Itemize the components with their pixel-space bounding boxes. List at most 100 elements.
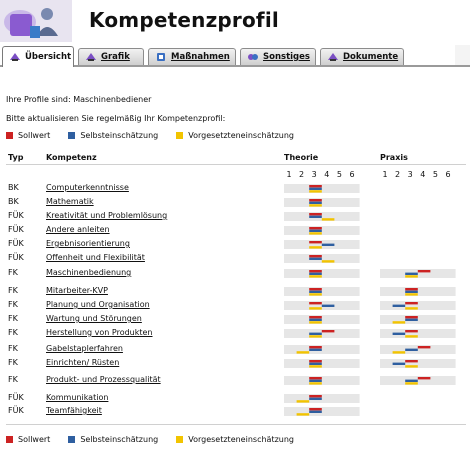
app-logo-icon bbox=[0, 0, 72, 42]
legend-label: Sollwert bbox=[18, 131, 51, 140]
praxis-selbst-bar bbox=[405, 348, 418, 351]
page-title: Kompetenzprofil bbox=[89, 8, 279, 32]
table-row: FK Maschinenbedienung bbox=[0, 268, 470, 281]
legend-label: Selbsteinschätzung bbox=[80, 435, 159, 444]
theorie-selbst-bar bbox=[309, 229, 322, 232]
rating-bars bbox=[284, 254, 360, 263]
theorie-vorgesetzte-bar bbox=[309, 382, 322, 385]
table-row: FK Mitarbeiter-KVP bbox=[0, 286, 470, 299]
praxis-selbst-bar bbox=[405, 379, 418, 382]
praxis-vorgesetzte-bar bbox=[392, 351, 406, 354]
theorie-sollwert-bar bbox=[309, 395, 322, 398]
legend-label: Vorgesetzteneinschätzung bbox=[188, 131, 294, 140]
theorie-scale-2: 2 bbox=[299, 170, 305, 179]
theorie-vorgesetzte-bar bbox=[296, 413, 310, 416]
praxis-scale-6: 6 bbox=[445, 170, 451, 179]
header: Kompetenzprofil bbox=[0, 0, 470, 45]
praxis-vorgesetzte-bar bbox=[405, 293, 418, 296]
rating-bars bbox=[284, 315, 456, 324]
theorie-selbst-bar bbox=[309, 332, 322, 335]
theorie-sollwert-bar bbox=[309, 199, 322, 202]
praxis-sollwert-bar bbox=[405, 302, 418, 305]
theorie-sollwert-bar bbox=[309, 227, 322, 230]
theorie-sollwert-bar bbox=[309, 302, 322, 305]
praxis-sollwert-bar bbox=[405, 330, 418, 333]
rating-bars bbox=[284, 184, 360, 193]
theorie-sollwert-bar bbox=[309, 377, 322, 380]
theorie-selbst-bar bbox=[309, 410, 322, 413]
theorie-sollwert-bar bbox=[309, 213, 322, 216]
tab-grafik[interactable]: Grafik bbox=[78, 48, 144, 65]
theorie-sollwert-bar bbox=[309, 270, 322, 273]
praxis-selbst-bar bbox=[392, 304, 406, 307]
tab-sonstiges[interactable]: Sonstiges bbox=[240, 48, 316, 65]
theorie-sollwert-bar bbox=[309, 346, 322, 349]
theorie-selbst-bar bbox=[309, 187, 322, 190]
tab-massnahmen[interactable]: Maßnahmen bbox=[148, 48, 236, 65]
theorie-sollwert-bar bbox=[309, 360, 322, 363]
tab-label: Maßnahmen bbox=[171, 52, 230, 62]
theorie-vorgesetzte-bar bbox=[309, 204, 322, 207]
praxis-scale-2: 2 bbox=[395, 170, 401, 179]
theorie-sollwert-bar bbox=[309, 241, 322, 244]
documents-icon bbox=[328, 53, 338, 61]
rating-bars bbox=[284, 329, 456, 338]
table-row: FÜK Teamfähigkeit bbox=[0, 406, 470, 419]
vorgesetzte-swatch bbox=[176, 436, 184, 443]
rating-bars bbox=[284, 394, 360, 403]
theorie-vorgesetzte-bar bbox=[296, 400, 310, 403]
theorie-selbst-bar bbox=[309, 290, 322, 293]
table-row: FK Einrichten/ Rüsten bbox=[0, 358, 470, 371]
overview-icon bbox=[10, 53, 20, 61]
table-row: FK Gabelstaplerfahren bbox=[0, 344, 470, 357]
table-row: FK Herstellung von Produkten bbox=[0, 328, 470, 341]
selbst-swatch bbox=[68, 132, 76, 139]
header-praxis: Praxis bbox=[380, 153, 408, 162]
theorie-vorgesetzte-bar bbox=[309, 365, 322, 368]
theorie-vorgesetzte-bar bbox=[309, 190, 322, 193]
tab-dokumente[interactable]: Dokumente bbox=[320, 48, 404, 65]
rating-bars bbox=[284, 359, 456, 368]
praxis-vorgesetzte-bar bbox=[392, 321, 406, 324]
rating-bars bbox=[284, 226, 360, 235]
theorie-vorgesetzte-bar bbox=[309, 307, 322, 310]
theorie-vorgesetzte-bar bbox=[309, 293, 322, 296]
theorie-selbst-bar bbox=[309, 201, 322, 204]
praxis-scale-3: 3 bbox=[407, 170, 413, 179]
table-row: FÜK Kreativität und Problemlösung bbox=[0, 211, 470, 224]
misc-icon bbox=[248, 54, 258, 60]
theorie-sollwert-bar bbox=[309, 185, 322, 188]
tab-uebersicht[interactable]: Übersicht bbox=[2, 46, 74, 67]
praxis-sollwert-bar bbox=[417, 346, 431, 349]
praxis-selbst-bar bbox=[405, 290, 418, 293]
theorie-scale-3: 3 bbox=[311, 170, 317, 179]
praxis-vorgesetzte-bar bbox=[405, 382, 418, 385]
rating-bars bbox=[284, 212, 360, 221]
table-row: FK Wartung und Störungen bbox=[0, 314, 470, 327]
theorie-sollwert-bar bbox=[321, 330, 335, 333]
table-row: BK Mathematik bbox=[0, 197, 470, 210]
theorie-sollwert-bar bbox=[309, 408, 322, 411]
theorie-sollwert-bar bbox=[309, 255, 322, 258]
table-row: FK Produkt- und Prozessqualität bbox=[0, 375, 470, 388]
theorie-selbst-bar bbox=[309, 362, 322, 365]
theorie-selbst-bar bbox=[309, 257, 322, 260]
tab-bar-edge bbox=[455, 45, 470, 65]
theorie-selbst-bar bbox=[321, 304, 335, 307]
rating-bars bbox=[284, 407, 360, 416]
theorie-selbst-bar bbox=[309, 318, 322, 321]
bottom-separator bbox=[6, 424, 466, 425]
praxis-sollwert-bar bbox=[405, 360, 418, 363]
praxis-scale-4: 4 bbox=[420, 170, 426, 179]
legend-top: Sollwert Selbsteinschätzung Vorgesetzten… bbox=[6, 131, 312, 140]
table-row: FÜK Kommunikation bbox=[0, 393, 470, 406]
praxis-vorgesetzte-bar bbox=[405, 335, 418, 338]
vorgesetzte-swatch bbox=[176, 132, 184, 139]
header-theorie: Theorie bbox=[284, 153, 319, 162]
tab-label: Grafik bbox=[101, 52, 130, 62]
theorie-scale-1: 1 bbox=[286, 170, 292, 179]
theorie-selbst-bar bbox=[309, 397, 322, 400]
praxis-selbst-bar bbox=[405, 272, 418, 275]
update-hint-text: Bitte aktualisieren Sie regelmäßig Ihr K… bbox=[6, 114, 226, 123]
sollwert-swatch bbox=[6, 132, 13, 139]
